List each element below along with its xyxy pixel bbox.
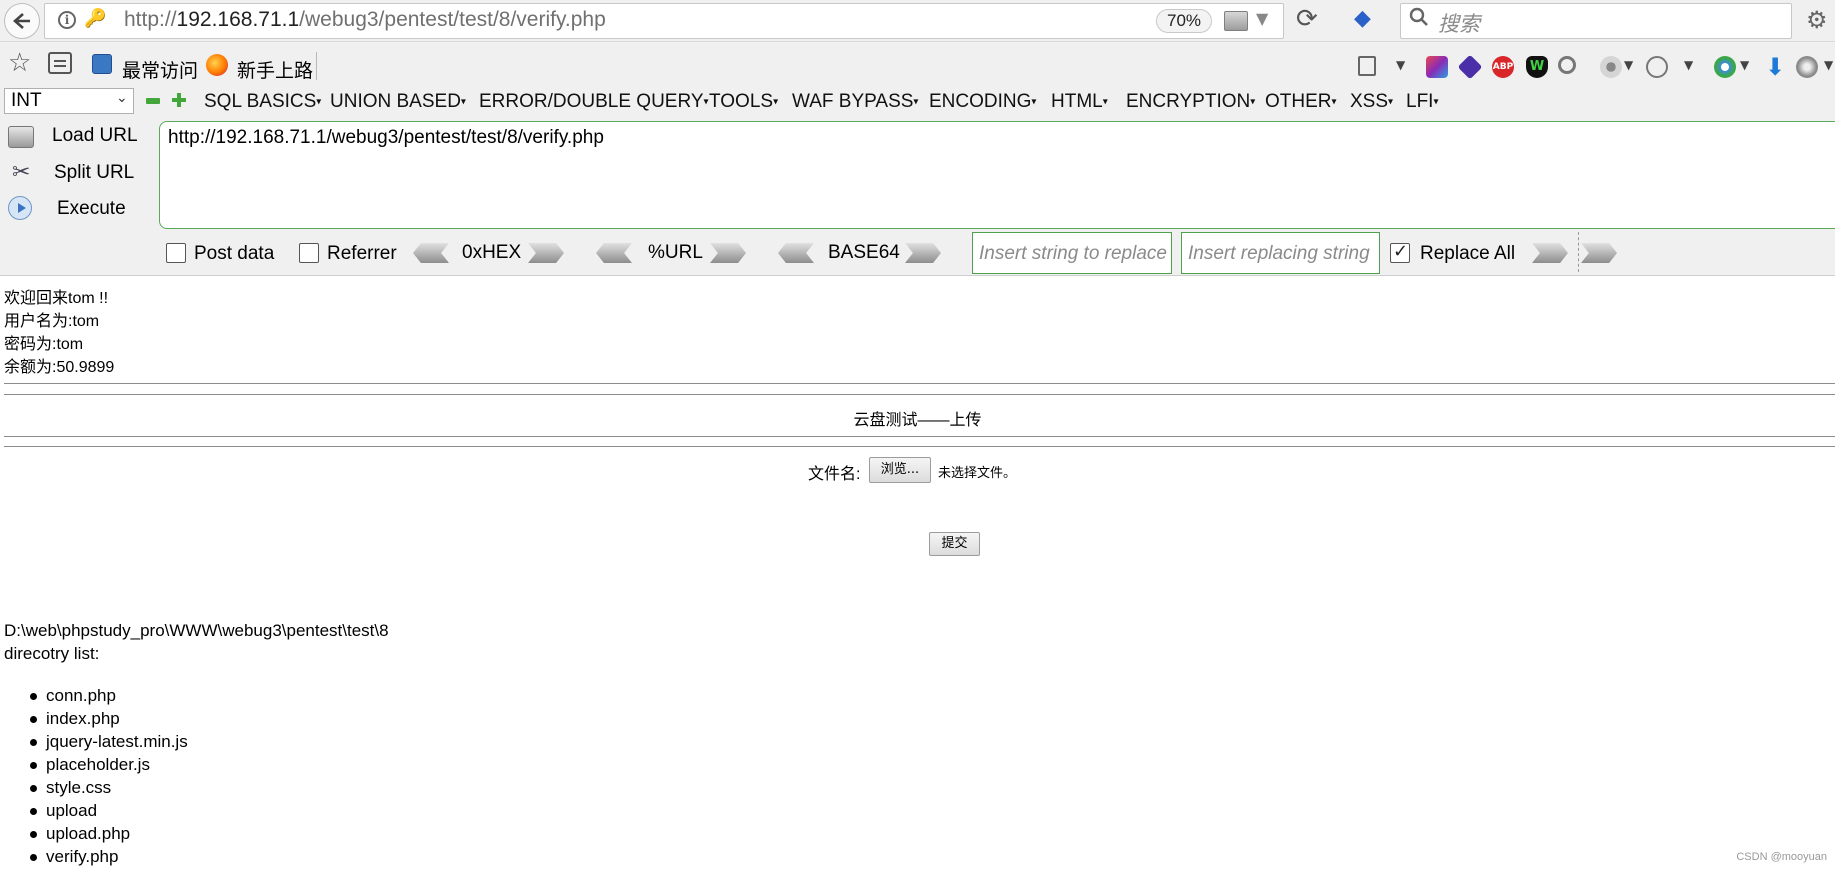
menu-html[interactable]: HTML▾ (1051, 91, 1108, 113)
load-url-button[interactable]: Load URL (52, 125, 138, 147)
list-item: upload.php (0, 822, 188, 845)
drive-icon[interactable] (1224, 11, 1248, 31)
upload-title: 云盘测试——上传 (853, 412, 982, 429)
browse-file-button[interactable]: 浏览... (869, 457, 931, 483)
url-path: /webug3/pentest/test/8/verify.php (299, 8, 606, 31)
list-item: style.css (0, 776, 188, 799)
chevron-down-icon[interactable]: ▼ (1684, 58, 1693, 72)
welcome-text: 欢迎回来tom !! (4, 290, 109, 307)
disc-icon[interactable] (1600, 56, 1622, 78)
menu-union-based[interactable]: UNION BASED▾ (330, 91, 466, 113)
chevron-down-icon[interactable]: ▼ (1396, 58, 1405, 72)
list-item: conn.php (0, 684, 188, 707)
menu-encoding[interactable]: ENCODING▾ (929, 91, 1036, 113)
url-text[interactable]: http://192.168.71.1/webug3/pentest/test/… (124, 8, 606, 32)
firefox-icon[interactable] (206, 54, 228, 76)
most-visited-icon[interactable] (92, 54, 112, 74)
url-host: 192.168.71.1 (176, 8, 300, 31)
divider (4, 446, 1835, 447)
replace-all-checkbox[interactable] (1390, 241, 1410, 263)
menu-error-double-query[interactable]: ERROR/DOUBLE QUERY▾ (479, 91, 709, 113)
submit-button[interactable]: 提交 (929, 532, 980, 556)
load-url-icon[interactable] (8, 126, 34, 148)
gear-icon[interactable]: ⚙ (1806, 6, 1828, 34)
bird-extension-icon[interactable]: ◆ (1354, 6, 1371, 31)
balance-text: 余额为:50.9899 (4, 359, 115, 376)
chevron-down-icon[interactable]: ▼ (1624, 58, 1633, 72)
key-icon[interactable]: 🔑 (84, 8, 106, 29)
execute-icon[interactable] (8, 196, 32, 220)
username-text: 用户名为:tom (4, 313, 100, 330)
directory-list-label: direcotry list: (4, 644, 100, 663)
info-icon[interactable]: i (58, 11, 76, 29)
divider (4, 383, 1835, 384)
referrer-label[interactable]: Referrer (327, 243, 397, 265)
user-avatar-icon[interactable] (1796, 56, 1818, 78)
scissors-icon[interactable]: ✂ (12, 160, 30, 186)
menu-sql-basics[interactable]: SQL BASICS▾ (204, 91, 321, 113)
list-item: jquery-latest.min.js (0, 730, 188, 753)
hex-label: 0xHEX (462, 242, 522, 263)
file-name-label: 文件名: (808, 466, 861, 483)
injection-type-select[interactable]: INT (4, 88, 134, 114)
list-item: index.php (0, 707, 188, 730)
menu-lfi[interactable]: LFI▾ (1406, 91, 1438, 113)
adblock-icon[interactable]: ABP (1492, 56, 1514, 78)
menu-tools[interactable]: TOOLS▾ (709, 91, 778, 113)
chevron-down-icon[interactable]: ▼ (1824, 58, 1833, 72)
download-icon[interactable]: ⬇ (1764, 55, 1786, 79)
url-prefix: http:// (124, 8, 177, 31)
referrer-checkbox[interactable] (299, 243, 319, 263)
list-item: placeholder.js (0, 753, 188, 776)
plus-icon[interactable] (172, 93, 186, 107)
toolbar-separator (1578, 232, 1579, 272)
menu-other[interactable]: OTHER▾ (1265, 91, 1337, 113)
divider (4, 394, 1835, 395)
menu-encryption[interactable]: ENCRYPTION▾ (1126, 91, 1255, 113)
star-icon[interactable]: ☆ (8, 48, 31, 78)
base64-label: BASE64 (828, 242, 900, 263)
replace-all-label[interactable]: Replace All (1420, 243, 1515, 265)
shield-icon[interactable]: W (1526, 56, 1548, 78)
divider (4, 436, 1835, 437)
zoom-level-badge[interactable]: 70% (1156, 9, 1212, 33)
bookmark-getting-started[interactable]: 新手上路 (237, 56, 313, 83)
hackbar-url-value[interactable]: http://192.168.71.1/webug3/pentest/test/… (168, 127, 604, 149)
bookmark-most-visited[interactable]: 最常访问 (122, 56, 198, 83)
list-item: upload (0, 799, 188, 822)
magnifier-icon[interactable] (1558, 56, 1576, 74)
chevron-down-icon[interactable]: ▼ (1740, 58, 1749, 72)
chevron-down-icon[interactable]: ▼ (1256, 9, 1268, 28)
globe-icon[interactable] (1714, 56, 1736, 78)
minus-icon[interactable] (146, 98, 160, 104)
split-url-button[interactable]: Split URL (54, 162, 134, 184)
url-encoding-label: %URL (648, 242, 703, 263)
toolbar-separator (316, 52, 317, 80)
replace-string-input[interactable]: Insert string to replace (972, 232, 1172, 274)
back-arrow-icon (13, 13, 30, 29)
directory-file-list: conn.php index.php jquery-latest.min.js … (0, 684, 188, 868)
search-icon (1408, 6, 1430, 34)
notion-extension-icon[interactable] (1426, 56, 1448, 78)
password-text: 密码为:tom (4, 336, 84, 353)
search-placeholder: 搜索 (1438, 13, 1480, 36)
replacing-string-input[interactable]: Insert replacing string (1181, 232, 1380, 274)
list-item: verify.php (0, 845, 188, 868)
no-file-selected-text: 未选择文件。 (938, 466, 1017, 481)
directory-path: D:\web\phpstudy_pro\WWW\webug3\pentest\t… (4, 621, 389, 640)
execute-button[interactable]: Execute (57, 198, 126, 220)
reload-icon[interactable]: ⟳ (1296, 4, 1318, 34)
chevron-down-icon[interactable]: ⌄ (116, 90, 128, 106)
palette-icon[interactable] (1646, 56, 1668, 78)
menu-xss[interactable]: XSS▾ (1350, 91, 1393, 113)
post-data-checkbox[interactable] (166, 243, 186, 263)
reader-view-icon[interactable] (48, 52, 72, 74)
post-data-label[interactable]: Post data (194, 243, 274, 265)
back-button[interactable] (4, 3, 40, 39)
menu-waf-bypass[interactable]: WAF BYPASS▾ (792, 91, 918, 113)
page-icon[interactable] (1358, 56, 1376, 76)
watermark: CSDN @mooyuan (1736, 851, 1827, 863)
